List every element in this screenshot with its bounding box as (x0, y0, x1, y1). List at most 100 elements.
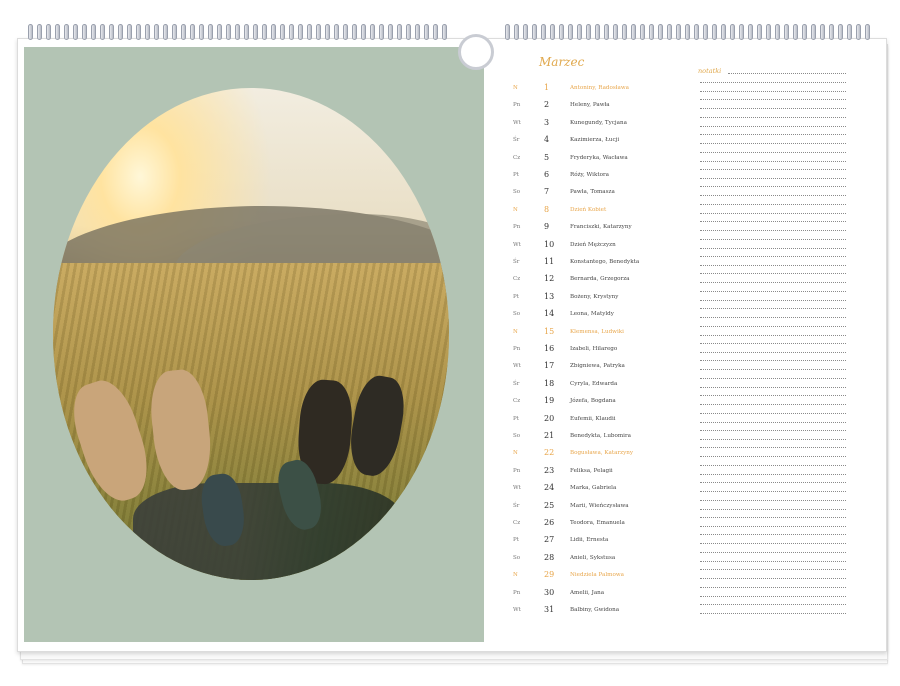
spiral-coil (613, 24, 618, 40)
spiral-coil (433, 24, 438, 40)
name-day: Teodora, Emanuela (570, 520, 625, 526)
day-of-week: Cz (513, 398, 521, 405)
spiral-coil (766, 24, 771, 40)
spiral-coil (658, 24, 663, 40)
notes-line (700, 256, 846, 257)
spiral-coil (703, 24, 708, 40)
day-row: Pt 13 Bożeny, Krystyny (513, 290, 853, 304)
day-of-week: Śr (513, 502, 520, 509)
spiral-coil (226, 24, 231, 40)
day-number: 2 (544, 100, 550, 110)
day-number: 31 (544, 605, 555, 614)
day-of-week: Wt (513, 119, 521, 126)
spiral-coil (640, 24, 645, 40)
name-day: Dzień Mężczyzn (570, 241, 616, 248)
notes-line (700, 178, 846, 179)
name-day: Niedziela Palmowa (570, 572, 624, 579)
spiral-coil (82, 24, 87, 40)
day-of-week: Pt (513, 293, 519, 300)
spiral-coil (163, 24, 168, 40)
notes-line (700, 473, 846, 475)
name-day: Róży, Wiktora (570, 172, 609, 178)
day-number: 5 (544, 152, 550, 162)
spiral-coil (172, 24, 177, 40)
day-number: 30 (544, 587, 555, 597)
day-of-week: Pt (513, 415, 519, 422)
notes-line (700, 282, 846, 284)
notes-line (700, 203, 846, 205)
spiral-binding (28, 24, 874, 70)
spiral-coil (370, 24, 375, 40)
day-number: 26 (544, 518, 555, 527)
spiral-coil (28, 24, 33, 40)
spiral-coil (127, 24, 132, 40)
notes-line (700, 317, 846, 319)
day-row: Pt 20 Eufemii, Klaudii (513, 412, 853, 426)
notes-label: notatki (698, 67, 722, 75)
day-number: 25 (544, 500, 555, 510)
notes-line (700, 508, 846, 510)
notes-line (700, 404, 846, 406)
notes-line (700, 82, 846, 83)
spiral-coil (154, 24, 159, 40)
spiral-coil (325, 24, 330, 40)
day-number: 6 (544, 170, 550, 179)
spiral-coil (856, 24, 861, 40)
day-of-week: N (513, 85, 518, 91)
name-day: Kunegundy, Tycjana (570, 119, 627, 126)
spiral-coil (109, 24, 114, 40)
notes-line (700, 613, 846, 614)
day-of-week: Cz (513, 276, 521, 283)
day-number: 7 (544, 187, 550, 197)
notes-line (700, 343, 846, 344)
spiral-coil (145, 24, 150, 40)
spiral-coil (361, 24, 366, 40)
notes-line (700, 195, 846, 197)
spiral-coil (190, 24, 195, 40)
day-number: 11 (544, 257, 555, 266)
name-day: Cyryla, Edwarda (570, 380, 618, 387)
spiral-coil (244, 24, 249, 40)
day-row: Śr 25 Marii, Wieńczysława (513, 499, 853, 513)
day-number: 19 (544, 396, 555, 406)
spiral-coil (415, 24, 420, 40)
spiral-coil (811, 24, 816, 40)
day-number: 23 (544, 465, 555, 475)
spiral-coil (784, 24, 789, 40)
notes-line (700, 395, 846, 397)
name-day: Fryderyka, Wacława (570, 154, 628, 161)
day-row: N 29 Niedziela Palmowa (513, 569, 853, 582)
notes-line (700, 99, 846, 101)
spiral-coil (100, 24, 105, 40)
spiral-coil (838, 24, 843, 40)
name-day: Anieli, Sykstusa (570, 554, 616, 561)
notes-line (700, 369, 846, 371)
notes-line (728, 73, 846, 74)
notes-line (700, 160, 846, 162)
spiral-coil (388, 24, 393, 40)
notes-line (700, 586, 846, 588)
spiral-coil (559, 24, 564, 40)
spiral-coil (595, 24, 600, 40)
spiral-coil (694, 24, 699, 40)
notes-line (700, 221, 846, 223)
spiral-coil (91, 24, 96, 40)
photo-legs (133, 483, 403, 580)
spiral-coil (577, 24, 582, 40)
day-number: 8 (544, 204, 550, 214)
notes-line (700, 116, 846, 118)
name-day: Leona, Matyldy (570, 311, 614, 318)
spiral-coil (829, 24, 834, 40)
notes-line (700, 169, 846, 170)
spiral-coil (568, 24, 573, 40)
day-number: 18 (544, 378, 555, 388)
notes-line (700, 499, 846, 501)
spiral-coil (730, 24, 735, 40)
name-day: Benedykta, Lubomira (570, 433, 631, 439)
day-row: Cz 5 Fryderyka, Wacława (513, 151, 853, 165)
day-of-week: Wt (513, 607, 521, 613)
oval-photo (53, 88, 449, 580)
name-day: Kazimierza, Łucji (570, 137, 620, 144)
spiral-coil (685, 24, 690, 40)
day-of-week: Pt (513, 537, 519, 544)
